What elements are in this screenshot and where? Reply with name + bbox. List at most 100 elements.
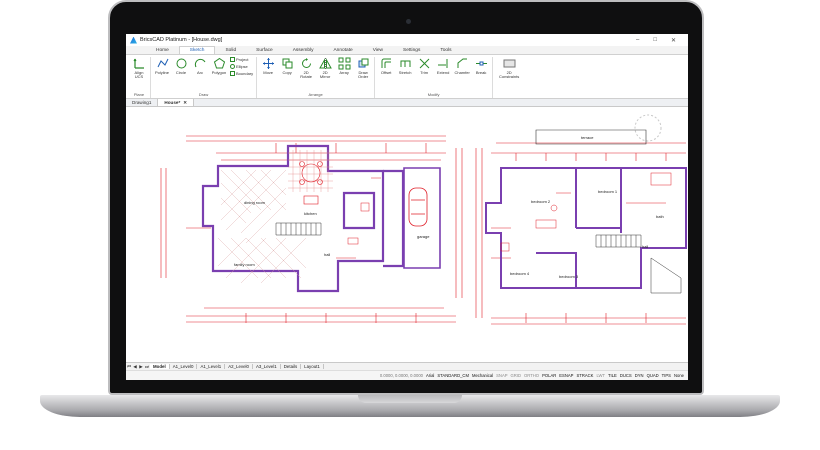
status-toggle-grid[interactable]: GRID <box>511 373 521 378</box>
layout-tab-a3_level1[interactable]: A3_Level1 <box>253 364 281 369</box>
layout-tab-a1_level0[interactable]: A1_Level0 <box>170 364 198 369</box>
label-hall-upstairs: hall <box>642 244 648 249</box>
constraints-icon <box>503 59 516 68</box>
circle-button[interactable]: Circle <box>173 57 189 75</box>
rotate-icon <box>301 58 311 68</box>
document-tab[interactable]: Drawing1 <box>126 99 159 106</box>
chamfer-button[interactable]: Chamfer <box>454 57 470 75</box>
document-tab-label: House* <box>164 100 181 105</box>
ground-floor-plan: dining room kitchen family room hall gar… <box>160 135 463 323</box>
minimize-button[interactable]: – <box>636 37 639 44</box>
close-tab-icon[interactable]: ✕ <box>183 100 187 106</box>
status-toggle-polar[interactable]: POLAR <box>542 373 556 378</box>
ribbon-tab-sketch[interactable]: Sketch <box>178 46 216 54</box>
ribbon-tab-home[interactable]: Home <box>146 47 179 54</box>
status-toggle-strack[interactable]: STRACK <box>576 373 593 378</box>
ribbon: Align UCS Plane Polyline Circle Arc Poly… <box>126 55 688 99</box>
ellipse-button[interactable]: Ellipse <box>230 64 253 69</box>
ribbon-tab-settings[interactable]: Settings <box>393 47 430 54</box>
status-bar: 0.0000, 0.0000, 0.0000 Arial STANDARD_CM M… <box>126 370 688 380</box>
group-label-plane: Plane <box>133 92 145 97</box>
ribbon-tab-annotate[interactable]: Annotate <box>323 47 362 54</box>
status-toggle-lwt[interactable]: LWT <box>596 373 605 378</box>
stretch-icon <box>400 60 411 67</box>
group-arrange: Move Copy 2D Rotate 2D Mirror Array Draw… <box>257 57 376 98</box>
label-bath: bath <box>656 214 664 219</box>
document-tab[interactable]: House* ✕ <box>158 99 195 106</box>
viewcube-compass-icon[interactable] <box>634 114 662 142</box>
offset-icon <box>381 58 391 68</box>
move-button[interactable]: Move <box>260 57 276 75</box>
copy-button[interactable]: Copy <box>279 57 295 75</box>
laptop-mockup: BricsCAD Platinum - [House.dwg] – □ ✕ Ho… <box>0 0 820 450</box>
label-family-room: family room <box>234 262 255 267</box>
label-terrace: terrace <box>581 135 594 140</box>
mirror-button[interactable]: 2D Mirror <box>317 57 333 79</box>
array-button[interactable]: Array <box>336 57 352 75</box>
arc-button[interactable]: Arc <box>192 57 208 75</box>
constraints-button[interactable]: 2D Constraints <box>496 57 522 79</box>
maximize-button[interactable]: □ <box>653 37 657 44</box>
rotate-button[interactable]: 2D Rotate <box>298 57 314 79</box>
webcam <box>406 19 411 24</box>
drawing-canvas[interactable]: dining room kitchen family room hall gar… <box>126 108 688 362</box>
layout-tab-a2_level0[interactable]: A2_Level0 <box>225 364 253 369</box>
status-toggle-esnap[interactable]: ESNAP <box>559 373 573 378</box>
polyline-button[interactable]: Polyline <box>154 57 170 75</box>
trim-button[interactable]: Trim <box>416 57 432 75</box>
car-icon <box>408 187 428 227</box>
coordinate-readout: 0.0000, 0.0000, 0.0000 <box>379 373 423 378</box>
group-label-draw: Draw <box>198 92 209 97</box>
status-toggle-standard_cm[interactable]: STANDARD_CM <box>437 373 469 378</box>
document-tab-label: Drawing1 <box>132 100 152 105</box>
laptop-notch <box>358 395 462 403</box>
ribbon-tab-surface[interactable]: Surface <box>246 47 283 54</box>
status-toggle-mechanical[interactable]: Mechanical <box>472 373 493 378</box>
status-toggle-none[interactable]: None <box>674 373 684 378</box>
layout-tab-layout1[interactable]: Layout1 <box>301 364 324 369</box>
group-plane: Align UCS Plane <box>128 57 151 98</box>
status-toggle-dyn[interactable]: DYN <box>635 373 644 378</box>
label-kitchen: kitchen <box>304 211 317 216</box>
laptop-base <box>40 395 780 417</box>
close-button[interactable]: ✕ <box>671 37 676 44</box>
align-ucs-icon <box>133 58 144 69</box>
ribbon-tab-solid[interactable]: Solid <box>215 47 246 54</box>
status-toggle-ortho[interactable]: ORTHO <box>524 373 539 378</box>
trim-icon <box>419 58 429 69</box>
copy-icon <box>282 58 293 69</box>
status-toggle-tips[interactable]: TIPS <box>662 373 671 378</box>
group-label-modify: Modify <box>427 92 440 97</box>
layout-tab-model[interactable]: Model <box>150 364 170 369</box>
layout-tab-details[interactable]: Details <box>281 364 302 369</box>
extend-button[interactable]: Extend <box>435 57 451 75</box>
ribbon-tab-assembly[interactable]: Assembly <box>283 47 324 54</box>
label-dining-room: dining room <box>244 200 266 205</box>
ribbon-tabs: Home Sketch Solid Surface Assembly Annotate Vi… <box>126 46 688 55</box>
label-garage: garage <box>417 234 430 239</box>
move-icon <box>262 58 274 69</box>
document-tabs: Drawing1 House* ✕ <box>126 99 688 107</box>
label-bedroom-2: bedroom 2 <box>531 199 551 204</box>
draw-order-button[interactable]: Draw Order <box>355 57 371 79</box>
status-toggle-ducs[interactable]: DUCS <box>620 373 632 378</box>
layout-tab-a1_level1[interactable]: A1_Level1 <box>197 364 226 369</box>
laptop-lid: BricsCAD Platinum - [House.dwg] – □ ✕ Ho… <box>108 0 704 395</box>
boundary-button[interactable]: Boundary <box>230 71 253 76</box>
group-constraints: 2D Constraints <box>493 57 525 98</box>
status-toggle-quad[interactable]: QUAD <box>647 373 659 378</box>
break-button[interactable]: Break <box>473 57 489 75</box>
status-toggle-arial[interactable]: Arial <box>426 373 434 378</box>
ribbon-tab-view[interactable]: View <box>363 47 393 54</box>
offset-button[interactable]: Offset <box>378 57 394 75</box>
arc-icon <box>194 58 205 68</box>
polygon-button[interactable]: Polygon <box>211 57 227 75</box>
align-ucs-button[interactable]: Align UCS <box>131 57 147 79</box>
project-button[interactable]: Project <box>230 57 253 62</box>
status-toggle-snap[interactable]: SNAP <box>496 373 507 378</box>
stretch-button[interactable]: Stretch <box>397 57 413 75</box>
polygon-icon <box>213 57 225 69</box>
draw-small-tools: Project Ellipse Boundary <box>230 57 253 76</box>
ribbon-tab-tools[interactable]: Tools <box>430 47 461 54</box>
status-toggle-tile[interactable]: TILE <box>608 373 617 378</box>
